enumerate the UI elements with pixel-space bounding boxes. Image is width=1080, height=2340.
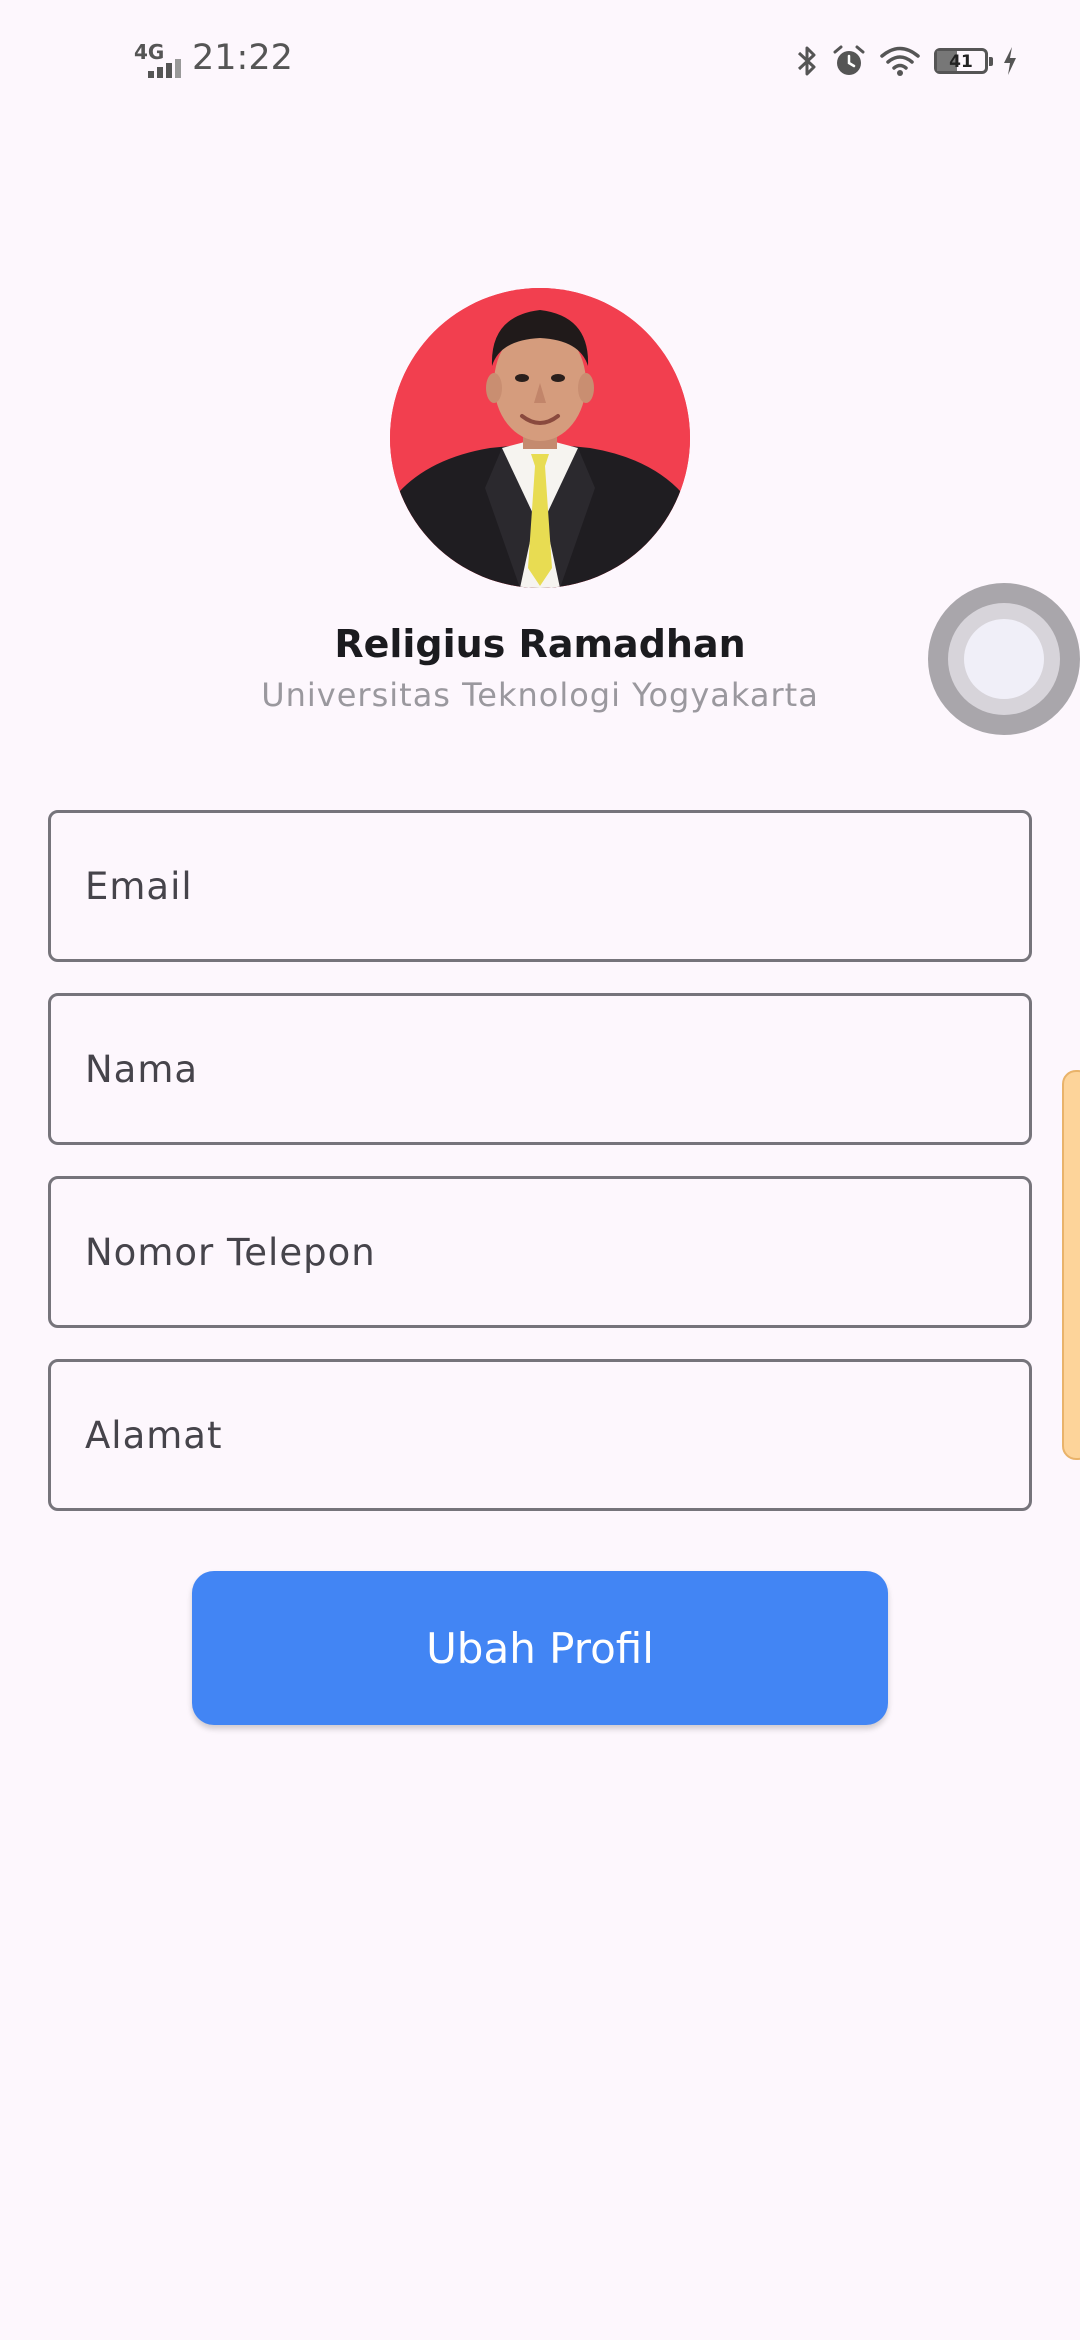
avatar-photo: [390, 288, 690, 588]
phone-input[interactable]: [51, 1179, 1029, 1325]
email-field: [48, 810, 1032, 962]
profile-name: Religius Ramadhan: [334, 622, 746, 666]
name-field: [48, 993, 1032, 1145]
profile-university: Universitas Teknologi Yogyakarta: [261, 676, 819, 714]
charging-icon: [1004, 47, 1016, 75]
status-icons: 41: [796, 40, 1018, 82]
address-field: [48, 1359, 1032, 1511]
signal-icon: [148, 59, 181, 78]
name-input[interactable]: [51, 996, 1029, 1142]
address-input[interactable]: [51, 1362, 1029, 1508]
profile-avatar: [390, 288, 690, 588]
battery-level: 41: [949, 52, 973, 72]
bluetooth-icon: [797, 46, 816, 76]
update-profile-button[interactable]: Ubah Profil: [192, 1571, 888, 1725]
email-input[interactable]: [51, 813, 1029, 959]
assistive-touch-button[interactable]: [928, 583, 1080, 735]
assistive-touch-ring: [948, 603, 1060, 715]
alarm-icon: [833, 45, 865, 75]
battery-icon: 41: [934, 48, 993, 74]
phone-field: [48, 1176, 1032, 1328]
wifi-icon: [880, 46, 920, 76]
status-time: 21:22: [192, 38, 293, 78]
assistive-touch-core: [964, 619, 1044, 699]
edge-panel-handle[interactable]: [1062, 1070, 1080, 1460]
status-bar: 4G 21:22 41: [0, 0, 1080, 120]
